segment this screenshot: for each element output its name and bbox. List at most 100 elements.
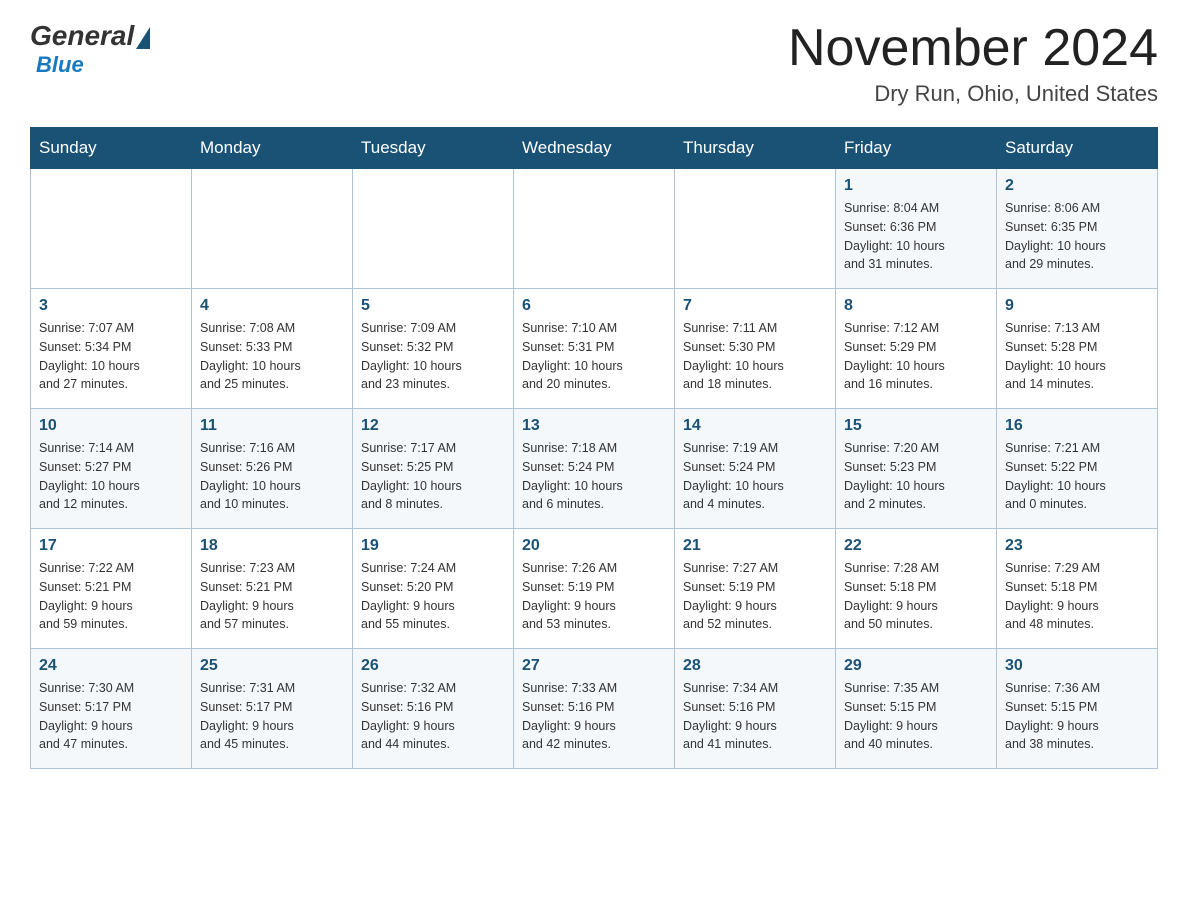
logo-triangle-icon: [136, 27, 150, 49]
day-number: 7: [683, 297, 827, 315]
day-info: Sunrise: 7:36 AMSunset: 5:15 PMDaylight:…: [1005, 679, 1149, 754]
day-number: 26: [361, 657, 505, 675]
calendar-week-row: 1 Sunrise: 8:04 AMSunset: 6:36 PMDaylight…: [31, 169, 1158, 289]
day-info: Sunrise: 8:06 AMSunset: 6:35 PMDaylight:…: [1005, 199, 1149, 274]
calendar-cell: 20 Sunrise: 7:26 AMSunset: 5:19 PMDayligh…: [514, 529, 675, 649]
day-number: 13: [522, 417, 666, 435]
day-info: Sunrise: 7:19 AMSunset: 5:24 PMDaylight:…: [683, 439, 827, 514]
day-number: 23: [1005, 537, 1149, 555]
col-friday: Friday: [836, 128, 997, 169]
day-number: 10: [39, 417, 183, 435]
month-title: November 2024: [788, 20, 1158, 77]
calendar-cell: 5 Sunrise: 7:09 AMSunset: 5:32 PMDaylight…: [353, 289, 514, 409]
day-number: 25: [200, 657, 344, 675]
day-number: 28: [683, 657, 827, 675]
calendar-cell: [514, 169, 675, 289]
col-monday: Monday: [192, 128, 353, 169]
day-info: Sunrise: 7:22 AMSunset: 5:21 PMDaylight:…: [39, 559, 183, 634]
day-info: Sunrise: 7:16 AMSunset: 5:26 PMDaylight:…: [200, 439, 344, 514]
calendar-cell: 9 Sunrise: 7:13 AMSunset: 5:28 PMDaylight…: [997, 289, 1158, 409]
day-info: Sunrise: 7:23 AMSunset: 5:21 PMDaylight:…: [200, 559, 344, 634]
day-info: Sunrise: 7:27 AMSunset: 5:19 PMDaylight:…: [683, 559, 827, 634]
day-info: Sunrise: 7:07 AMSunset: 5:34 PMDaylight:…: [39, 319, 183, 394]
day-number: 2: [1005, 177, 1149, 195]
day-number: 27: [522, 657, 666, 675]
day-number: 9: [1005, 297, 1149, 315]
calendar-cell: 13Sunrise: 7:18 AMSunset: 5:24 PMDayligh…: [514, 409, 675, 529]
calendar-cell: 10 Sunrise: 7:14 AMSunset: 5:27 PMDayligh…: [31, 409, 192, 529]
calendar-cell: 16Sunrise: 7:21 AMSunset: 5:22 PMDayligh…: [997, 409, 1158, 529]
col-thursday: Thursday: [675, 128, 836, 169]
day-number: 29: [844, 657, 988, 675]
calendar-week-row: 10 Sunrise: 7:14 AMSunset: 5:27 PMDayligh…: [31, 409, 1158, 529]
day-info: Sunrise: 7:12 AMSunset: 5:29 PMDaylight:…: [844, 319, 988, 394]
calendar-cell: 2 Sunrise: 8:06 AMSunset: 6:35 PMDaylight…: [997, 169, 1158, 289]
calendar-cell: 6Sunrise: 7:10 AMSunset: 5:31 PMDaylight…: [514, 289, 675, 409]
calendar-cell: 26 Sunrise: 7:32 AMSunset: 5:16 PMDayligh…: [353, 649, 514, 769]
day-info: Sunrise: 7:21 AMSunset: 5:22 PMDaylight:…: [1005, 439, 1149, 514]
day-info: Sunrise: 8:04 AMSunset: 6:36 PMDaylight:…: [844, 199, 988, 274]
calendar-cell: 18 Sunrise: 7:23 AMSunset: 5:21 PMDayligh…: [192, 529, 353, 649]
calendar-week-row: 17 Sunrise: 7:22 AMSunset: 5:21 PMDayligh…: [31, 529, 1158, 649]
day-number: 22: [844, 537, 988, 555]
calendar-cell: 3 Sunrise: 7:07 AMSunset: 5:34 PMDaylight…: [31, 289, 192, 409]
calendar-cell: 8Sunrise: 7:12 AMSunset: 5:29 PMDaylight…: [836, 289, 997, 409]
day-info: Sunrise: 7:24 AMSunset: 5:20 PMDaylight:…: [361, 559, 505, 634]
day-info: Sunrise: 7:26 AMSunset: 5:19 PMDaylight:…: [522, 559, 666, 634]
calendar-cell: 4 Sunrise: 7:08 AMSunset: 5:33 PMDaylight…: [192, 289, 353, 409]
day-number: 14: [683, 417, 827, 435]
logo-blue-text: Blue: [36, 52, 84, 78]
calendar-cell: [192, 169, 353, 289]
day-number: 21: [683, 537, 827, 555]
location-text: Dry Run, Ohio, United States: [788, 81, 1158, 107]
calendar-cell: 14 Sunrise: 7:19 AMSunset: 5:24 PMDayligh…: [675, 409, 836, 529]
day-number: 19: [361, 537, 505, 555]
day-number: 3: [39, 297, 183, 315]
calendar-week-row: 24 Sunrise: 7:30 AMSunset: 5:17 PMDayligh…: [31, 649, 1158, 769]
day-number: 5: [361, 297, 505, 315]
day-info: Sunrise: 7:14 AMSunset: 5:27 PMDaylight:…: [39, 439, 183, 514]
day-info: Sunrise: 7:08 AMSunset: 5:33 PMDaylight:…: [200, 319, 344, 394]
title-area: November 2024 Dry Run, Ohio, United Stat…: [788, 20, 1158, 107]
day-number: 1: [844, 177, 988, 195]
col-tuesday: Tuesday: [353, 128, 514, 169]
calendar-cell: 23 Sunrise: 7:29 AMSunset: 5:18 PMDayligh…: [997, 529, 1158, 649]
day-number: 11: [200, 417, 344, 435]
calendar-cell: 1 Sunrise: 8:04 AMSunset: 6:36 PMDaylight…: [836, 169, 997, 289]
day-info: Sunrise: 7:17 AMSunset: 5:25 PMDaylight:…: [361, 439, 505, 514]
day-number: 12: [361, 417, 505, 435]
col-wednesday: Wednesday: [514, 128, 675, 169]
day-info: Sunrise: 7:20 AMSunset: 5:23 PMDaylight:…: [844, 439, 988, 514]
calendar-cell: 25 Sunrise: 7:31 AMSunset: 5:17 PMDayligh…: [192, 649, 353, 769]
logo: General Blue: [30, 20, 150, 78]
day-info: Sunrise: 7:31 AMSunset: 5:17 PMDaylight:…: [200, 679, 344, 754]
calendar-cell: [31, 169, 192, 289]
day-info: Sunrise: 7:11 AMSunset: 5:30 PMDaylight:…: [683, 319, 827, 394]
day-number: 15: [844, 417, 988, 435]
calendar-cell: 15 Sunrise: 7:20 AMSunset: 5:23 PMDayligh…: [836, 409, 997, 529]
calendar-cell: 27Sunrise: 7:33 AMSunset: 5:16 PMDayligh…: [514, 649, 675, 769]
day-info: Sunrise: 7:28 AMSunset: 5:18 PMDaylight:…: [844, 559, 988, 634]
day-info: Sunrise: 7:13 AMSunset: 5:28 PMDaylight:…: [1005, 319, 1149, 394]
calendar-header-row: Sunday Monday Tuesday Wednesday Thursday…: [31, 128, 1158, 169]
calendar-cell: 12 Sunrise: 7:17 AMSunset: 5:25 PMDayligh…: [353, 409, 514, 529]
day-info: Sunrise: 7:29 AMSunset: 5:18 PMDaylight:…: [1005, 559, 1149, 634]
day-info: Sunrise: 7:30 AMSunset: 5:17 PMDaylight:…: [39, 679, 183, 754]
page-header: General Blue November 2024 Dry Run, Ohio…: [30, 20, 1158, 107]
day-number: 20: [522, 537, 666, 555]
day-number: 24: [39, 657, 183, 675]
day-number: 18: [200, 537, 344, 555]
calendar-cell: 24 Sunrise: 7:30 AMSunset: 5:17 PMDayligh…: [31, 649, 192, 769]
day-info: Sunrise: 7:32 AMSunset: 5:16 PMDaylight:…: [361, 679, 505, 754]
calendar-cell: 17 Sunrise: 7:22 AMSunset: 5:21 PMDayligh…: [31, 529, 192, 649]
calendar-cell: [675, 169, 836, 289]
calendar-cell: 11 Sunrise: 7:16 AMSunset: 5:26 PMDayligh…: [192, 409, 353, 529]
day-info: Sunrise: 7:09 AMSunset: 5:32 PMDaylight:…: [361, 319, 505, 394]
logo-general-text: General: [30, 20, 134, 52]
day-number: 4: [200, 297, 344, 315]
day-number: 17: [39, 537, 183, 555]
day-info: Sunrise: 7:35 AMSunset: 5:15 PMDaylight:…: [844, 679, 988, 754]
day-number: 30: [1005, 657, 1149, 675]
calendar-cell: 19 Sunrise: 7:24 AMSunset: 5:20 PMDayligh…: [353, 529, 514, 649]
day-info: Sunrise: 7:10 AMSunset: 5:31 PMDaylight:…: [522, 319, 666, 394]
